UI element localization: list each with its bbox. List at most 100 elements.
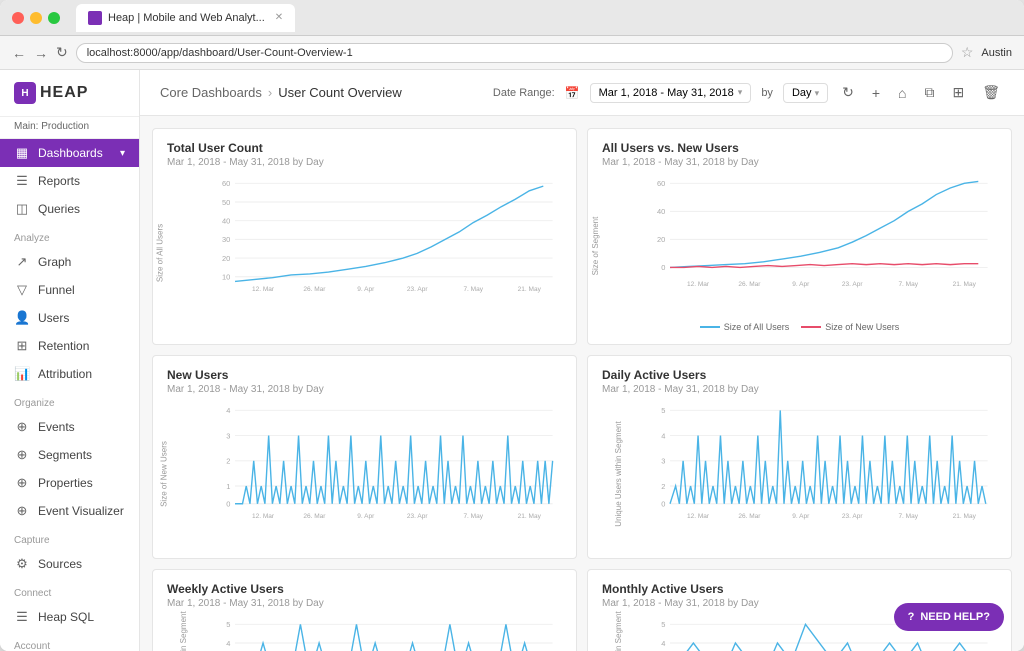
retention-icon: ⊞ — [14, 338, 30, 354]
event-visualizer-icon: ⊕ — [14, 503, 30, 519]
sidebar-reports-label: Reports — [38, 174, 125, 188]
sidebar-item-queries[interactable]: ◫ Queries — [0, 195, 139, 223]
refresh-button[interactable]: ↻ — [838, 82, 858, 103]
svg-text:3: 3 — [226, 432, 230, 441]
dashboards-chevron-icon: ▾ — [120, 148, 125, 159]
browser-titlebar: Heap | Mobile and Web Analyt... ✕ — [0, 0, 1024, 36]
chart-all-vs-new-users: All Users vs. New Users Mar 1, 2018 - Ma… — [587, 128, 1012, 345]
back-button[interactable]: ← — [12, 45, 26, 61]
chart-title-new-users: New Users — [167, 368, 562, 382]
svg-text:23. Apr: 23. Apr — [842, 513, 863, 520]
svg-text:23. Apr: 23. Apr — [842, 281, 863, 288]
sidebar-item-attribution[interactable]: 📊 Attribution — [0, 360, 139, 388]
svg-text:21. May: 21. May — [518, 513, 542, 520]
sidebar-item-properties[interactable]: ⊕ Properties — [0, 469, 139, 497]
heap-icon: H — [14, 82, 36, 104]
svg-text:10: 10 — [222, 273, 230, 282]
maximize-dot[interactable] — [48, 12, 60, 24]
sidebar-item-funnel[interactable]: ▽ Funnel — [0, 276, 139, 304]
sidebar-users-label: Users — [38, 311, 125, 325]
sidebar-item-segments[interactable]: ⊕ Segments — [0, 441, 139, 469]
delete-button[interactable]: 🗑 — [978, 82, 1004, 103]
chart-weekly-active-users: Weekly Active Users Mar 1, 2018 - May 31… — [152, 569, 577, 651]
sidebar-item-users[interactable]: 👤 Users — [0, 304, 139, 332]
sidebar-item-reports[interactable]: ☰ Reports — [0, 167, 139, 195]
sidebar-events-label: Events — [38, 420, 125, 434]
sidebar-properties-label: Properties — [38, 476, 125, 490]
svg-text:23. Apr: 23. Apr — [407, 513, 428, 520]
bookmark-icon[interactable]: ☆ — [961, 44, 974, 61]
close-dot[interactable] — [12, 12, 24, 24]
svg-text:23. Apr: 23. Apr — [407, 286, 428, 293]
sidebar-funnel-label: Funnel — [38, 283, 125, 297]
reload-button[interactable]: ↻ — [56, 44, 68, 61]
analyze-section-label: Analyze — [0, 223, 139, 248]
chart-title-monthly-active: Monthly Active Users — [602, 582, 997, 596]
organize-section-label: Organize — [0, 388, 139, 413]
sidebar-item-retention[interactable]: ⊞ Retention — [0, 332, 139, 360]
address-bar[interactable]: localhost:8000/app/dashboard/User-Count-… — [76, 43, 953, 63]
sidebar-dashboards-label: Dashboards — [38, 146, 112, 160]
date-range-label: Date Range: — [493, 87, 555, 99]
svg-text:21. May: 21. May — [953, 281, 977, 288]
sidebar-item-events[interactable]: ⊕ Events — [0, 413, 139, 441]
svg-text:2: 2 — [661, 482, 665, 491]
chart-title-weekly-active: Weekly Active Users — [167, 582, 562, 596]
user-name: Austin — [981, 47, 1012, 59]
sidebar-item-heap-sql[interactable]: ☰ Heap SQL — [0, 603, 139, 631]
users-icon: 👤 — [14, 310, 30, 326]
chart-wrapper-new-users: Size of New Users 4 3 2 1 0 — [167, 401, 562, 545]
chart-svg-new-users: 4 3 2 1 0 12. Mar 26. Mar 9. Apr 23. Apr… — [207, 401, 562, 522]
tab-close-btn[interactable]: ✕ — [275, 12, 283, 23]
copy-button[interactable]: ⧉ — [920, 82, 938, 103]
calendar-icon: 📅 — [565, 86, 580, 100]
svg-text:9. Apr: 9. Apr — [357, 513, 375, 520]
chart-title-daily-active: Daily Active Users — [602, 368, 997, 382]
sidebar-retention-label: Retention — [38, 339, 125, 353]
minimize-dot[interactable] — [30, 12, 42, 24]
graph-icon: ↗ — [14, 254, 30, 270]
svg-text:21. May: 21. May — [953, 513, 977, 520]
browser-tab[interactable]: Heap | Mobile and Web Analyt... ✕ — [76, 4, 295, 32]
window-controls — [12, 12, 60, 24]
chart-svg-weekly-active: 5 4 3 0 12. Mar 26. Mar 9. Apr 23. Apr 7… — [207, 615, 562, 651]
legend-new-users-label: Size of New Users — [825, 322, 899, 332]
tab-favicon — [88, 11, 102, 25]
breadcrumb: Core Dashboards › User Count Overview — [160, 85, 402, 100]
forward-button[interactable]: → — [34, 45, 48, 61]
logo-area: H HEAP — [0, 70, 139, 117]
chart-subtitle-total-user-count: Mar 1, 2018 - May 31, 2018 by Day — [167, 157, 562, 168]
granularity-select[interactable]: Day ▾ — [783, 83, 828, 103]
date-range-select[interactable]: Mar 1, 2018 - May 31, 2018 ▾ — [590, 83, 752, 103]
chart-svg-total: 60 50 40 30 20 10 12. Mar 26. Mar 9. Apr… — [207, 174, 562, 295]
legend-blue-line — [700, 326, 720, 328]
svg-text:60: 60 — [222, 179, 230, 188]
chart-subtitle-daily-active: Mar 1, 2018 - May 31, 2018 by Day — [602, 384, 997, 395]
granularity-chevron-icon: ▾ — [815, 88, 820, 98]
reports-icon: ☰ — [14, 173, 30, 189]
grid-button[interactable]: ⊞ — [948, 82, 968, 103]
y-axis-label-daily-active: Unique Users within Segment — [614, 421, 623, 526]
sidebar-item-sources[interactable]: ⚙ Sources — [0, 550, 139, 578]
y-axis-label-total: Size of All Users — [156, 224, 165, 282]
breadcrumb-parent[interactable]: Core Dashboards — [160, 85, 262, 100]
svg-text:1: 1 — [226, 482, 230, 491]
sidebar-item-dashboards[interactable]: ▦ Dashboards ▾ — [0, 139, 139, 167]
chart-wrapper-daily-active: Unique Users within Segment 5 4 3 2 0 — [602, 401, 997, 545]
need-help-button[interactable]: ? NEED HELP? — [894, 603, 1004, 631]
svg-text:26. Mar: 26. Mar — [738, 513, 761, 520]
segments-icon: ⊕ — [14, 447, 30, 463]
add-button[interactable]: + — [868, 83, 884, 103]
by-label: by — [761, 87, 773, 99]
sidebar-item-event-visualizer[interactable]: ⊕ Event Visualizer — [0, 497, 139, 525]
funnel-icon: ▽ — [14, 282, 30, 298]
svg-text:26. Mar: 26. Mar — [303, 286, 326, 293]
svg-text:21. May: 21. May — [518, 286, 542, 293]
y-axis-label-new-users: Size of New Users — [159, 441, 168, 507]
sidebar-item-graph[interactable]: ↗ Graph — [0, 248, 139, 276]
home-button[interactable]: ⌂ — [894, 83, 910, 103]
svg-text:9. Apr: 9. Apr — [792, 281, 810, 288]
legend-all-users-label: Size of All Users — [724, 322, 790, 332]
properties-icon: ⊕ — [14, 475, 30, 491]
svg-text:40: 40 — [657, 207, 665, 216]
